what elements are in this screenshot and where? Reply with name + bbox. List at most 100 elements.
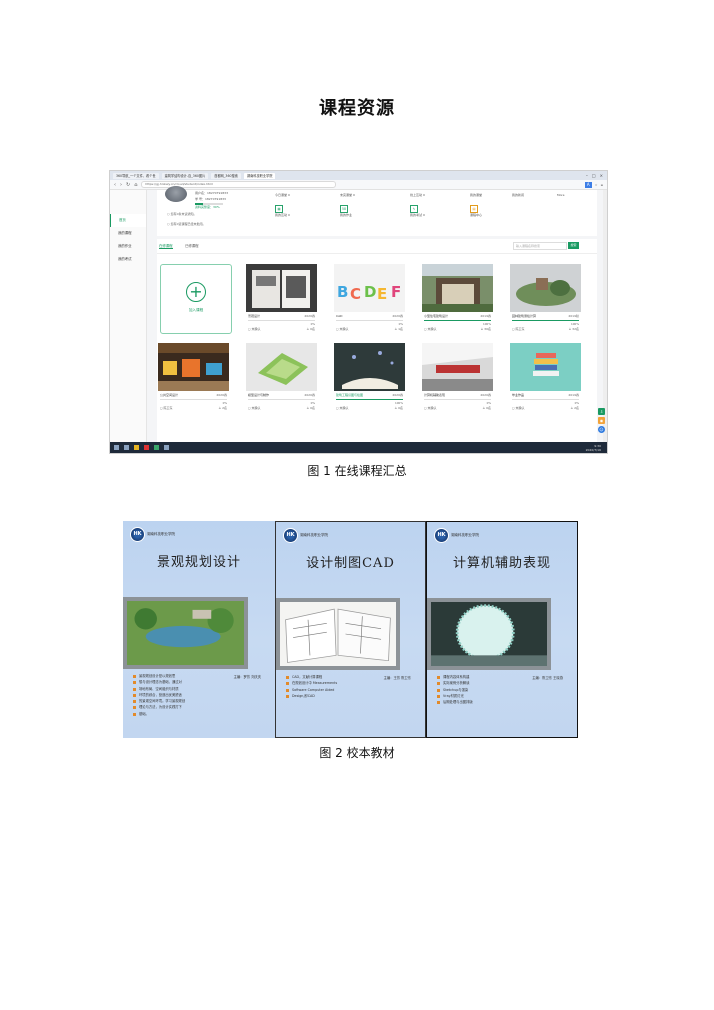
- minimize-icon[interactable]: –: [586, 173, 588, 178]
- stat-today[interactable]: 今日课堂 0: [275, 193, 290, 197]
- svg-text:E: E: [377, 285, 387, 303]
- course-search-input[interactable]: 输入课程名称搜索: [513, 242, 567, 250]
- sidebar: 首页 我的课程 我的作业 我的考试: [110, 190, 147, 442]
- search-button[interactable]: 搜索: [568, 242, 579, 249]
- school-logo: HK: [130, 527, 145, 542]
- tab-finished-courses[interactable]: 已修课程: [185, 243, 199, 248]
- course-card[interactable]: 景观设计 2020春 0% ◻ 未确认 ♙ 0名: [246, 264, 317, 337]
- exam-icon: ✎: [410, 205, 418, 213]
- figure-2-books: HK 湖南科技职业学院 景观规划设计 主编：罗芳 刘庆庆 景观规划设计是以规划思…: [123, 521, 578, 738]
- plus-icon: +: [186, 282, 206, 302]
- course-card[interactable]: 建筑工程识图与绘图 2020春 100% ◻ 未确认 ♙ 0名: [334, 343, 405, 416]
- star-icon[interactable]: ☆: [595, 183, 598, 187]
- app-icon[interactable]: ◉: [598, 417, 605, 424]
- sidebar-item-home[interactable]: 首页: [110, 214, 146, 227]
- course-thumbnail: [422, 264, 493, 312]
- stat-course-center[interactable]: ▤ 课程中心: [470, 205, 482, 217]
- stat-right-1[interactable]: 我的课堂: [470, 193, 482, 197]
- help-icon[interactable]: ☺: [598, 426, 605, 433]
- course-thumbnail: [510, 264, 581, 312]
- notice-line: ○ 您有0道课程已经未批阅。: [167, 222, 206, 226]
- cover-photo: [276, 598, 400, 670]
- search-icon[interactable]: [124, 445, 129, 450]
- user-panel: 用户名：18270791833 学 号：18270791833 资料完整度：30…: [157, 186, 597, 236]
- course-thumbnail: [246, 264, 317, 312]
- home-icon[interactable]: ⌂: [134, 182, 137, 188]
- windows-taskbar: 9:30 2020/7/16: [110, 442, 607, 453]
- book-cover: HK 湖南科技职业学院 设计制图CAD 主编：王芳 陈卫东 CAD，文献计算课程…: [275, 521, 426, 738]
- system-clock[interactable]: 9:30 2020/7/16: [586, 444, 607, 452]
- browser-tab-active[interactable]: 湖南科技职业学院: [243, 172, 276, 179]
- book-bullets: 景观规划设计是以规划思 想与设计理念为基础，通过对 场地布局、空间组织与材质 环境的…: [133, 673, 185, 717]
- course-card[interactable]: 园林建筑测绘计算 2019秋 100% ◻ 陈卫东 ♙ 32名: [510, 264, 581, 337]
- course-thumbnail: B C D E F: [334, 264, 405, 312]
- refresh-icon[interactable]: ↻: [126, 182, 130, 188]
- book-bullets: CAD，文献计算课程 在规划设计中 Measurements Software C…: [286, 674, 337, 699]
- avatar[interactable]: [165, 186, 187, 202]
- course-card[interactable]: 计算机辅助表现 2020春 0% ◻ 未确认 ♙ 0名: [422, 343, 493, 416]
- course-card[interactable]: 公共空间设计 2020春 0% ◻ 陈卫东 ♙ 2名: [158, 343, 229, 416]
- sidebar-item-courses[interactable]: 我的课程: [110, 227, 146, 240]
- sidebar-item-exams[interactable]: 我的考试: [110, 253, 146, 266]
- tab-current-courses[interactable]: 在修课程: [159, 243, 173, 249]
- app-icon[interactable]: [144, 445, 149, 450]
- cover-photo: [427, 598, 551, 670]
- back-icon[interactable]: ‹: [114, 182, 116, 188]
- folder-icon[interactable]: [134, 445, 139, 450]
- svg-text:C: C: [350, 285, 361, 303]
- browser-icon[interactable]: [164, 445, 169, 450]
- browser-tab[interactable]: 建筑学结构设计-百_360图片: [161, 172, 209, 179]
- document-title: 课程资源: [319, 98, 395, 119]
- course-thumbnail: [158, 343, 229, 391]
- close-icon[interactable]: ×: [600, 173, 603, 178]
- scrollbar[interactable]: [603, 190, 607, 442]
- book-title: 景观规划设计: [156, 555, 241, 570]
- browser-tab[interactable]: 360导航_一个文件、看个世: [113, 172, 159, 179]
- course-card[interactable]: 小型住宅建筑设计 2019春 100% ◻ 未确认 ♙ 30名: [422, 264, 493, 337]
- window-controls: – □ ×: [586, 173, 607, 178]
- course-thumbnail: [334, 343, 405, 391]
- figure-2-caption: 图 2 校本教材: [319, 746, 395, 760]
- stat-my-exam[interactable]: ✎ 我的考试 0: [410, 205, 425, 217]
- book-title: 计算机辅助表现: [452, 556, 551, 571]
- extension-badge[interactable]: A: [584, 181, 592, 188]
- course-card[interactable]: B C D E F CAD 2020春 0% ◻ 未确认 ♙ 1名: [334, 264, 405, 337]
- cover-photo: [123, 597, 248, 669]
- sidebar-item-homework[interactable]: 我的作业: [110, 240, 146, 253]
- add-course-card[interactable]: + 加入课程: [160, 264, 232, 334]
- user-info: 用户名：18270791833 学 号：18270791833: [195, 190, 228, 202]
- course-card[interactable]: 模型设计与制作 2020春 0% ◻ 未确认 ♙ 0名: [246, 343, 317, 416]
- add-course-label: 加入课程: [188, 308, 204, 312]
- stat-my-homework[interactable]: 58 我的作业: [340, 205, 352, 217]
- stat-more[interactable]: More: [557, 193, 564, 197]
- course-grid: + 加入课程 景观设计 2020春 0% ◻ 未确认 ♙ 0名 B C D E …: [157, 254, 597, 442]
- browser-tab[interactable]: 首都网_360搜索: [211, 172, 241, 179]
- main-content: 用户名：18270791833 学 号：18270791833 资料完整度：30…: [147, 186, 607, 442]
- homework-icon: 58: [340, 205, 348, 213]
- maximize-icon[interactable]: □: [592, 173, 596, 178]
- windows-start-icon[interactable]: [114, 445, 119, 450]
- menu-icon[interactable]: ≡: [600, 183, 603, 187]
- course-thumbnail: [510, 343, 581, 391]
- course-thumbnail: [422, 343, 493, 391]
- stat-online[interactable]: 线上互动 0: [410, 193, 425, 197]
- school-logo: HK: [283, 528, 298, 543]
- floating-buttons: ⇩ ◉ ☺: [598, 408, 605, 433]
- stat-my-class[interactable]: ▦ 我的互动 0: [275, 205, 290, 217]
- stat-right-2[interactable]: 我的新闻: [512, 193, 524, 197]
- course-card[interactable]: 毕业作品 2019春 0% ◻ 未确认 ♙ 2名: [510, 343, 581, 416]
- stat-unfinished[interactable]: 未完课堂 0: [340, 193, 355, 197]
- book-cover: HK 湖南科技职业学院 景观规划设计 主编：罗芳 刘庆庆 景观规划设计是以规划思…: [123, 521, 275, 738]
- student-id: 学 号：18270791833: [195, 197, 226, 201]
- svg-text:B: B: [337, 283, 348, 301]
- book-bullets: 课程内容体系构建 实际案例分析解读 Sketchup与渲染 Vray材质灯光 后期处理…: [437, 674, 473, 705]
- download-icon[interactable]: ⇩: [598, 408, 605, 415]
- course-center-icon: ▤: [470, 205, 478, 213]
- course-tabs: 在修课程 已修课程 输入课程名称搜索 搜索: [157, 239, 597, 254]
- teacher-label: ◻ 未确认: [248, 327, 261, 331]
- browser-tab-bar: 360导航_一个文件、看个世 建筑学结构设计-百_360图片 首都网_360搜索…: [110, 171, 607, 180]
- forward-icon[interactable]: ›: [120, 182, 122, 188]
- school-logo: HK: [434, 528, 449, 543]
- wechat-icon[interactable]: [154, 445, 159, 450]
- class-icon: ▦: [275, 205, 283, 213]
